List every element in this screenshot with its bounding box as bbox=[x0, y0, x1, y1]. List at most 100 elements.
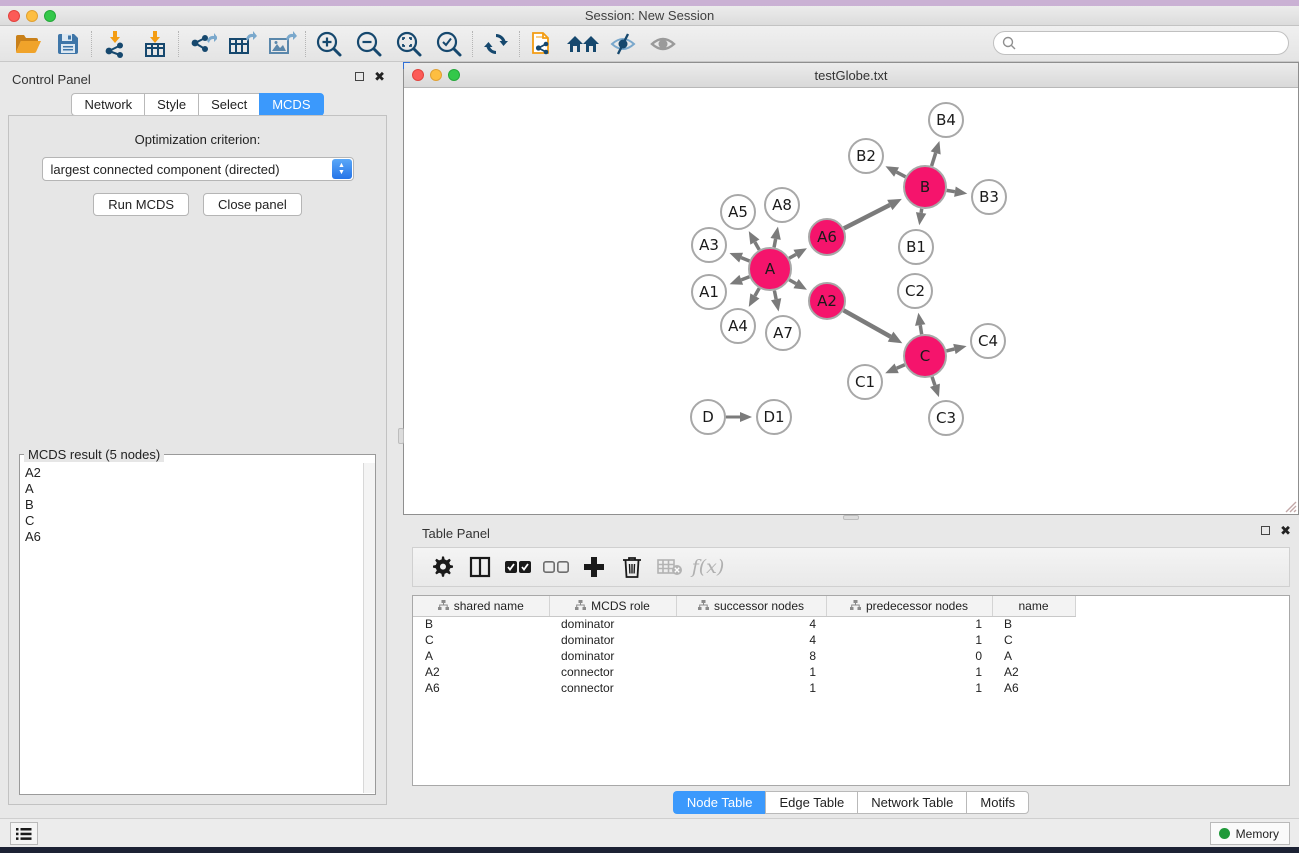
network-canvas[interactable]: AA1A3A5A8A4A7A6A2BB2B4B3B1CC1C2C3C4DD1 bbox=[404, 88, 1298, 514]
node-B1[interactable]: B1 bbox=[899, 230, 933, 264]
export-table-icon[interactable] bbox=[222, 29, 262, 59]
edge-A-A4[interactable] bbox=[749, 288, 760, 307]
first-neighbors-icon[interactable] bbox=[563, 29, 603, 59]
window-resize-grip[interactable] bbox=[1283, 499, 1297, 513]
node-table[interactable]: shared nameMCDS rolesuccessor nodesprede… bbox=[412, 595, 1290, 786]
table-row[interactable]: A2connector11A2 bbox=[413, 664, 1075, 680]
export-image-icon[interactable] bbox=[262, 29, 302, 59]
close-panel-icon[interactable]: ✖ bbox=[374, 72, 385, 81]
deselect-all-checkboxes-icon[interactable] bbox=[537, 551, 575, 583]
export-network-icon[interactable] bbox=[182, 29, 222, 59]
tab-edge-table[interactable]: Edge Table bbox=[765, 791, 857, 814]
node-B3[interactable]: B3 bbox=[972, 180, 1006, 214]
settings-gear-icon[interactable] bbox=[423, 551, 461, 583]
table-row[interactable]: A6connector11A6 bbox=[413, 680, 1075, 696]
delete-table-icon[interactable] bbox=[651, 551, 689, 583]
zoom-selected-icon[interactable] bbox=[429, 29, 469, 59]
edge-A6-B[interactable] bbox=[844, 199, 902, 229]
edge-B-B3[interactable] bbox=[947, 186, 968, 196]
node-A2[interactable]: A2 bbox=[809, 283, 845, 319]
edge-A-A5[interactable] bbox=[749, 231, 760, 250]
mcds-result-list[interactable]: A2ABCA6 bbox=[21, 463, 362, 793]
vertical-split-grip[interactable] bbox=[398, 428, 404, 444]
float-table-panel-icon[interactable] bbox=[1261, 526, 1270, 535]
search-field[interactable] bbox=[993, 31, 1289, 55]
edge-B-B2[interactable] bbox=[885, 166, 905, 177]
node-A[interactable]: A bbox=[749, 248, 791, 290]
float-panel-icon[interactable] bbox=[355, 72, 364, 81]
table-row[interactable]: Adominator80A bbox=[413, 648, 1075, 664]
edge-A-A1[interactable] bbox=[730, 275, 750, 285]
mcds-result-item[interactable]: B bbox=[25, 497, 362, 513]
close-table-panel-icon[interactable]: ✖ bbox=[1280, 526, 1291, 535]
mcds-result-item[interactable]: C bbox=[25, 513, 362, 529]
select-all-checkboxes-icon[interactable] bbox=[499, 551, 537, 583]
table-row[interactable]: Cdominator41C bbox=[413, 632, 1075, 648]
column-header-name[interactable]: name bbox=[992, 596, 1075, 616]
delete-column-icon[interactable] bbox=[613, 551, 651, 583]
column-chooser-icon[interactable] bbox=[461, 551, 499, 583]
edge-A-A2[interactable] bbox=[789, 279, 807, 290]
node-B[interactable]: B bbox=[904, 166, 946, 208]
node-C1[interactable]: C1 bbox=[848, 365, 882, 399]
function-builder-icon[interactable]: f(x) bbox=[689, 551, 727, 583]
column-header-shared-name[interactable]: shared name bbox=[413, 596, 549, 616]
tab-node-table[interactable]: Node Table bbox=[673, 791, 766, 814]
node-A8[interactable]: A8 bbox=[765, 188, 799, 222]
run-mcds-button[interactable]: Run MCDS bbox=[93, 193, 189, 216]
import-table-icon[interactable] bbox=[135, 29, 175, 59]
optimization-criterion-select[interactable]: largest connected component (directed) ▲… bbox=[42, 157, 354, 181]
tab-motifs[interactable]: Motifs bbox=[966, 791, 1029, 814]
edge-B-B1[interactable] bbox=[916, 209, 926, 225]
save-session-icon[interactable] bbox=[48, 29, 88, 59]
node-C3[interactable]: C3 bbox=[929, 401, 963, 435]
edge-A2-C[interactable] bbox=[844, 310, 903, 343]
memory-button[interactable]: Memory bbox=[1210, 822, 1290, 845]
tab-style[interactable]: Style bbox=[144, 93, 198, 116]
node-A5[interactable]: A5 bbox=[721, 195, 755, 229]
edge-A-A7[interactable] bbox=[771, 291, 781, 312]
node-A7[interactable]: A7 bbox=[766, 316, 800, 350]
edge-B-B4[interactable] bbox=[931, 141, 941, 166]
tab-network[interactable]: Network bbox=[71, 93, 144, 116]
mcds-result-item[interactable]: A6 bbox=[25, 529, 362, 545]
node-B2[interactable]: B2 bbox=[849, 139, 883, 173]
node-D1[interactable]: D1 bbox=[757, 400, 791, 434]
mcds-result-item[interactable]: A bbox=[25, 481, 362, 497]
edge-D-D1[interactable] bbox=[726, 412, 752, 422]
node-D[interactable]: D bbox=[691, 400, 725, 434]
column-header-successor-nodes[interactable]: successor nodes bbox=[676, 596, 826, 616]
node-B4[interactable]: B4 bbox=[929, 103, 963, 137]
task-history-button[interactable] bbox=[10, 822, 38, 845]
tab-select[interactable]: Select bbox=[198, 93, 259, 116]
show-all-icon[interactable] bbox=[643, 29, 683, 59]
new-network-from-selection-icon[interactable] bbox=[523, 29, 563, 59]
column-header-predecessor-nodes[interactable]: predecessor nodes bbox=[826, 596, 992, 616]
add-column-icon[interactable] bbox=[575, 551, 613, 583]
import-network-icon[interactable] bbox=[95, 29, 135, 59]
tab-network-table[interactable]: Network Table bbox=[857, 791, 966, 814]
edge-C-C4[interactable] bbox=[946, 344, 966, 354]
network-graph[interactable]: AA1A3A5A8A4A7A6A2BB2B4B3B1CC1C2C3C4DD1 bbox=[404, 88, 1298, 514]
search-input[interactable] bbox=[1021, 36, 1288, 50]
table-row[interactable]: Bdominator41B bbox=[413, 616, 1075, 632]
zoom-fit-icon[interactable] bbox=[389, 29, 429, 59]
node-C[interactable]: C bbox=[904, 335, 946, 377]
network-window-titlebar[interactable]: testGlobe.txt bbox=[404, 63, 1298, 88]
node-A4[interactable]: A4 bbox=[721, 309, 755, 343]
zoom-out-icon[interactable] bbox=[349, 29, 389, 59]
column-header-MCDS-role[interactable]: MCDS role bbox=[549, 596, 676, 616]
node-A3[interactable]: A3 bbox=[692, 228, 726, 262]
node-C4[interactable]: C4 bbox=[971, 324, 1005, 358]
mcds-result-scrollbar[interactable] bbox=[363, 463, 375, 793]
edge-A-A3[interactable] bbox=[729, 253, 749, 263]
refresh-icon[interactable] bbox=[476, 29, 516, 59]
mcds-result-item[interactable]: A2 bbox=[25, 465, 362, 481]
edge-A-A6[interactable] bbox=[789, 248, 807, 259]
tab-mcds[interactable]: MCDS bbox=[259, 93, 323, 116]
open-file-icon[interactable] bbox=[8, 29, 48, 59]
edge-C-C2[interactable] bbox=[915, 313, 925, 335]
edge-C-C3[interactable] bbox=[930, 377, 940, 397]
edge-A-A8[interactable] bbox=[770, 227, 780, 248]
edge-C-C1[interactable] bbox=[885, 363, 905, 373]
